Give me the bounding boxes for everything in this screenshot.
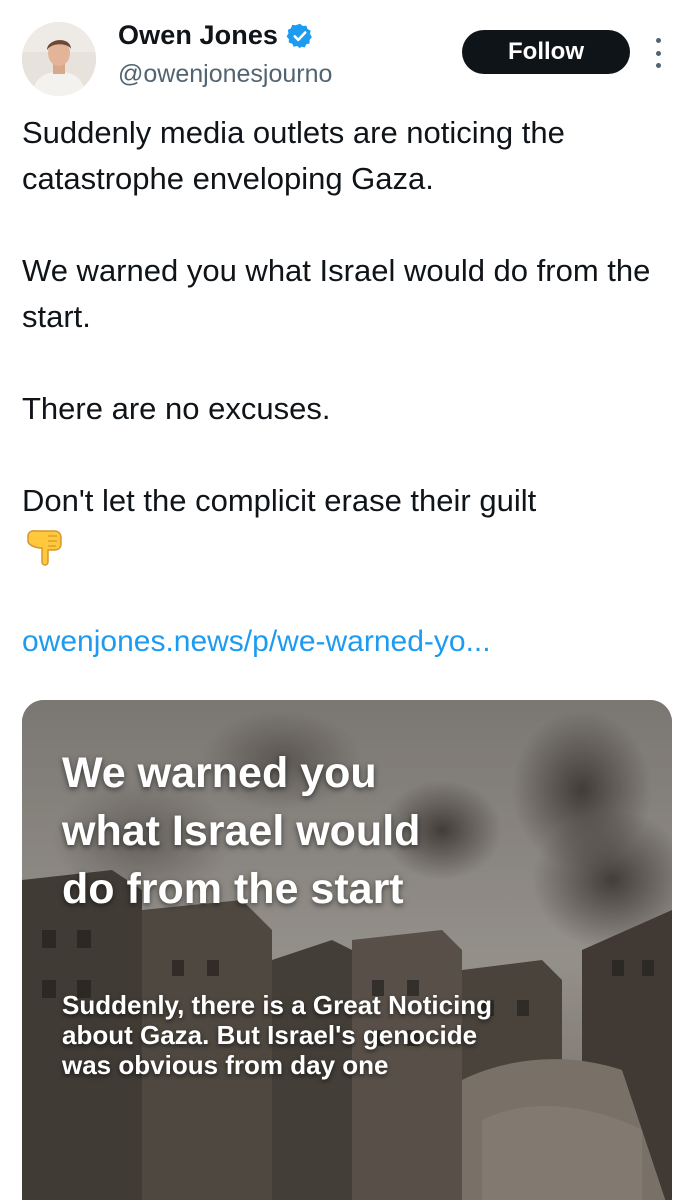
tweet: Owen Jones @owenjonesjourno Follow Sudde… [0, 0, 694, 1200]
author-name-row[interactable]: Owen Jones [118, 20, 314, 51]
avatar-photo [22, 22, 96, 96]
author-handle[interactable]: @owenjonesjourno [118, 60, 332, 89]
avatar[interactable] [22, 22, 96, 96]
link-preview-card[interactable]: We warned you what Israel would do from … [22, 700, 672, 1200]
follow-button[interactable]: Follow [462, 30, 630, 74]
tweet-paragraph: Suddenly media outlets are noticing the … [22, 115, 565, 196]
backhand-index-pointing-down-icon [27, 530, 62, 566]
tweet-paragraph: We warned you what Israel would do from … [22, 253, 651, 334]
tweet-text: Suddenly media outlets are noticing the … [22, 110, 672, 568]
card-headline: We warned you what Israel would do from … [62, 749, 421, 913]
tweet-paragraph: There are no excuses. [22, 391, 331, 426]
more-options-icon[interactable] [650, 38, 666, 68]
author-name[interactable]: Owen Jones [118, 20, 278, 51]
verified-badge-icon [286, 23, 312, 48]
tweet-link[interactable]: owenjones.news/p/we-warned-yo... [22, 625, 491, 659]
tweet-paragraph: Don't let the complicit erase their guil… [22, 483, 537, 518]
card-subtitle: Suddenly, there is a Great Noticing abou… [62, 990, 493, 1080]
